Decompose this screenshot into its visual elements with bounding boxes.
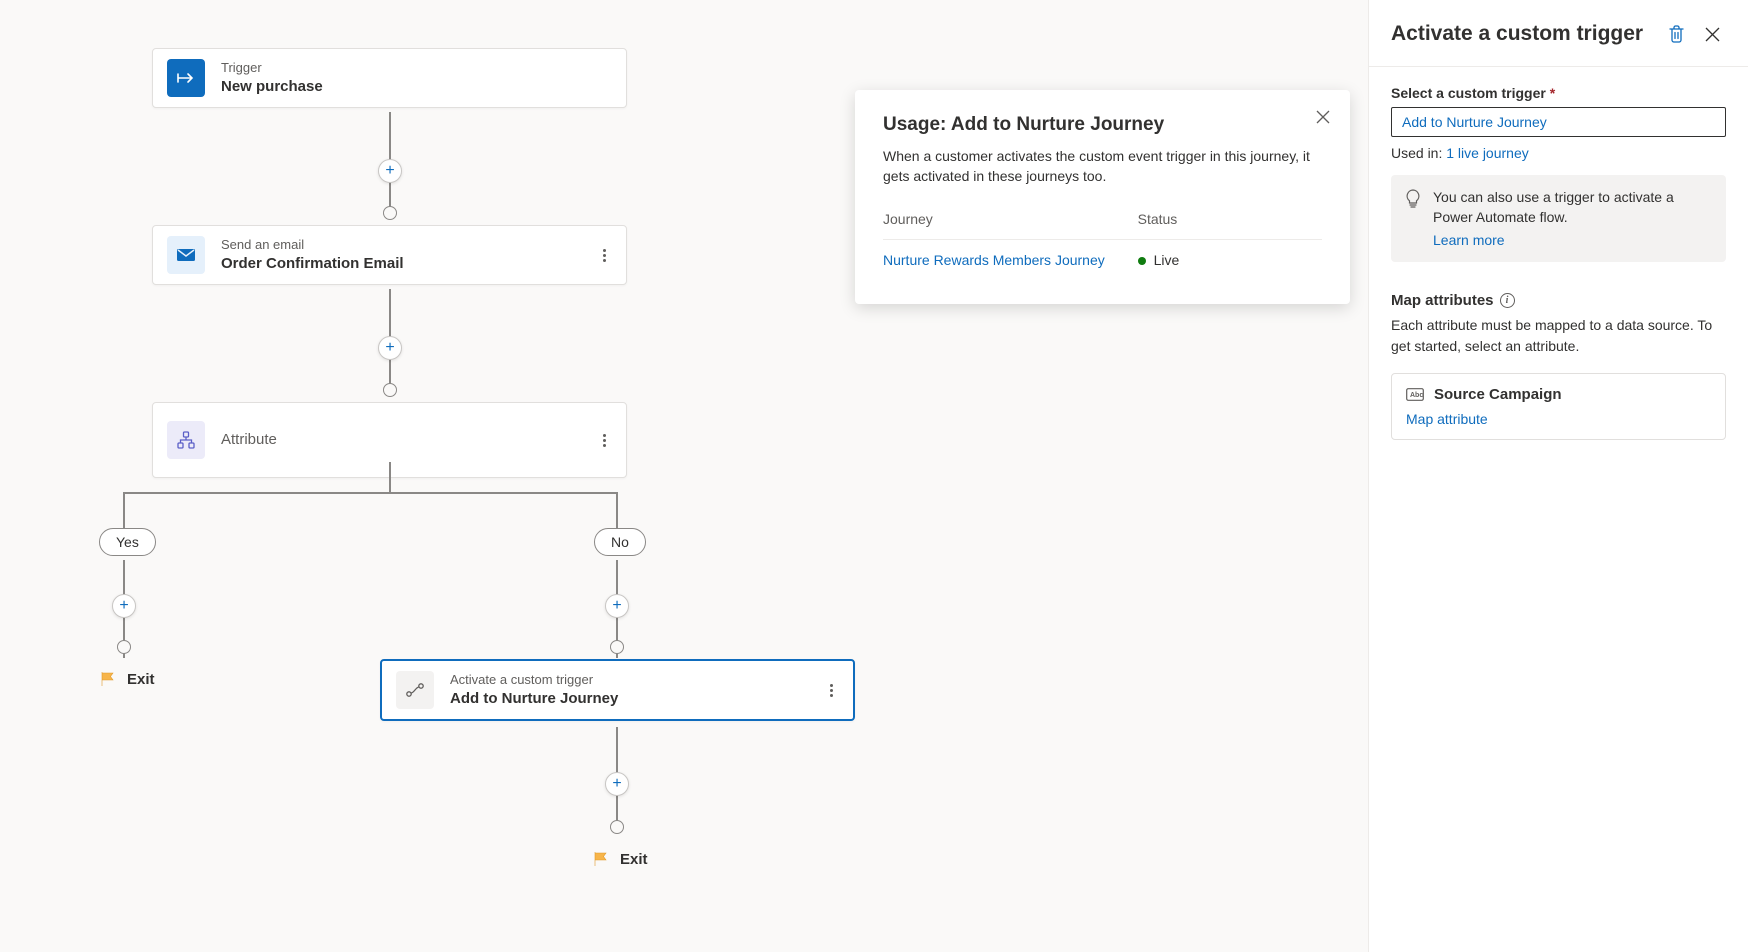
connector (123, 492, 125, 528)
node-title: Order Confirmation Email (221, 254, 596, 274)
lightbulb-icon (1405, 189, 1421, 250)
trigger-node[interactable]: Trigger New purchase (152, 48, 627, 108)
add-step-button[interactable]: + (378, 159, 402, 183)
panel-title: Activate a custom trigger (1391, 20, 1654, 47)
attribute-icon (167, 421, 205, 459)
popup-desc: When a customer activates the custom eve… (883, 146, 1322, 187)
connector (616, 492, 618, 528)
add-step-button[interactable]: + (378, 336, 402, 360)
node-label: Activate a custom trigger (450, 672, 823, 689)
exit-marker: Exit (99, 670, 155, 688)
journey-link[interactable]: Nurture Rewards Members Journey (883, 252, 1105, 268)
status-dot (1138, 257, 1146, 265)
endpoint (610, 820, 624, 834)
node-label: Send an email (221, 237, 596, 254)
learn-more-link[interactable]: Learn more (1433, 230, 1712, 250)
endpoint (383, 383, 397, 397)
node-more-button[interactable] (596, 426, 612, 455)
text-field-icon: Abc (1406, 388, 1424, 401)
connector (389, 462, 391, 492)
close-icon[interactable] (1316, 110, 1330, 124)
trigger-icon (167, 59, 205, 97)
table-row: Nurture Rewards Members Journey Live (883, 239, 1322, 280)
svg-text:Abc: Abc (1410, 392, 1423, 399)
node-more-button[interactable] (596, 241, 612, 270)
flag-icon (592, 850, 610, 868)
add-step-button[interactable]: + (605, 772, 629, 796)
usage-popup: Usage: Add to Nurture Journey When a cus… (855, 90, 1350, 304)
add-step-button[interactable]: + (605, 594, 629, 618)
map-attribute-link[interactable]: Map attribute (1406, 411, 1488, 427)
map-attributes-desc: Each attribute must be mapped to a data … (1391, 315, 1726, 357)
endpoint (610, 640, 624, 654)
attribute-name: Source Campaign (1434, 386, 1562, 403)
add-step-button[interactable]: + (112, 594, 136, 618)
exit-label: Exit (127, 671, 155, 688)
attribute-card[interactable]: Abc Source Campaign Map attribute (1391, 373, 1726, 440)
usage-table: Journey Status Nurture Rewards Members J… (883, 205, 1322, 280)
exit-marker: Exit (592, 850, 648, 868)
select-trigger-label: Select a custom trigger * (1391, 85, 1726, 101)
node-title: Add to Nurture Journey (450, 689, 823, 709)
properties-panel: Activate a custom trigger Select a custo… (1368, 0, 1748, 952)
node-title: New purchase (221, 77, 612, 97)
email-node[interactable]: Send an email Order Confirmation Email (152, 225, 627, 285)
used-in-link[interactable]: 1 live journey (1446, 145, 1529, 161)
delete-button[interactable] (1662, 20, 1690, 48)
close-panel-button[interactable] (1698, 20, 1726, 48)
endpoint (383, 206, 397, 220)
endpoint (117, 640, 131, 654)
connector (123, 492, 617, 494)
node-label: Trigger (221, 60, 612, 77)
select-trigger-input[interactable] (1391, 107, 1726, 137)
email-icon (167, 236, 205, 274)
exit-label: Exit (620, 851, 648, 868)
col-journey: Journey (883, 205, 1138, 240)
status-text: Live (1154, 252, 1180, 268)
node-more-button[interactable] (823, 676, 839, 705)
col-status: Status (1138, 205, 1322, 240)
map-attributes-heading: Map attributes i (1391, 292, 1726, 309)
branch-yes-pill[interactable]: Yes (99, 528, 156, 556)
hint-box: You can also use a trigger to activate a… (1391, 175, 1726, 262)
branch-no-pill[interactable]: No (594, 528, 646, 556)
info-icon[interactable]: i (1500, 293, 1515, 308)
popup-title: Usage: Add to Nurture Journey (883, 114, 1322, 136)
activate-trigger-node[interactable]: Activate a custom trigger Add to Nurture… (380, 659, 855, 721)
flag-icon (99, 670, 117, 688)
hint-text: You can also use a trigger to activate a… (1433, 189, 1674, 225)
used-in-text: Used in: 1 live journey (1391, 145, 1726, 161)
node-title: Attribute (221, 430, 596, 450)
activate-icon (396, 671, 434, 709)
